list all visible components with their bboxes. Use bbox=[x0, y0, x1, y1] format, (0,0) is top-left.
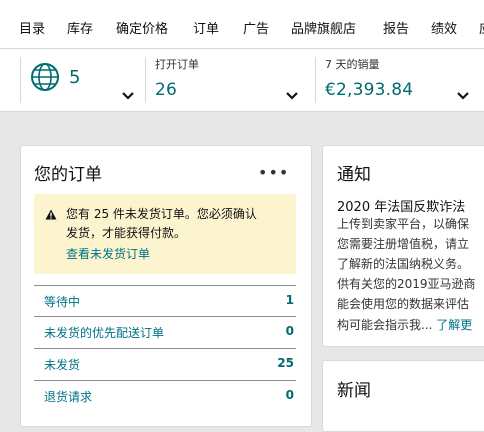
metric-divider bbox=[145, 57, 146, 103]
metric-divider bbox=[20, 57, 21, 103]
chevron-down-icon[interactable] bbox=[285, 91, 299, 101]
nav-item-inventory[interactable]: 库存 bbox=[67, 18, 93, 37]
open-orders-label: 打开订单 bbox=[155, 58, 199, 71]
order-row-count[interactable]: 25 bbox=[277, 356, 294, 370]
notice-line: 上传到卖家平台，以确保 bbox=[337, 217, 470, 231]
notice-line: 您需要注册增值税，请立 bbox=[337, 237, 470, 251]
alert-message: 您有 25 件未发货订单。您必须确认 发货，才能获得付款。 bbox=[66, 205, 294, 243]
view-unshipped-orders-link[interactable]: 查看未发货订单 bbox=[66, 245, 150, 262]
notice-headline[interactable]: 2020 年法国反欺诈法 bbox=[337, 196, 465, 215]
order-row-label[interactable]: 退货请求 bbox=[44, 388, 92, 405]
order-row-pending[interactable]: 等待中 1 bbox=[34, 285, 296, 317]
notice-last-line: 构可能会指示我... 了解更 bbox=[337, 316, 484, 335]
order-row-label[interactable]: 等待中 bbox=[44, 293, 80, 310]
order-row-label[interactable]: 未发货 bbox=[44, 356, 80, 373]
order-row-priority-unshipped[interactable]: 未发货的优先配送订单 0 bbox=[34, 316, 296, 348]
open-orders-value[interactable]: 26 bbox=[155, 80, 177, 100]
order-row-count[interactable]: 0 bbox=[286, 388, 294, 402]
alert-line-2: 发货，才能获得付款。 bbox=[66, 226, 187, 240]
warning-icon bbox=[45, 209, 57, 220]
nav-item-stores[interactable]: 品牌旗舰店 bbox=[291, 18, 356, 37]
order-row-count[interactable]: 0 bbox=[286, 324, 294, 338]
metric-divider bbox=[315, 57, 316, 103]
alert-line-1: 您有 25 件未发货订单。您必须确认 bbox=[66, 207, 257, 221]
order-row-unshipped[interactable]: 未发货 25 bbox=[34, 348, 296, 380]
sales-7d-value[interactable]: €2,393.84 bbox=[325, 80, 413, 100]
globe-icon[interactable] bbox=[30, 62, 60, 92]
chevron-down-icon[interactable] bbox=[121, 91, 135, 101]
notice-line: 供有关您的2019亚马逊商 bbox=[337, 277, 476, 291]
notice-line: 能会使用您的数据来评估 bbox=[337, 297, 470, 311]
notice-line: 了解新的法国纳税义务。 bbox=[337, 257, 470, 271]
learn-more-link[interactable]: 了解更 bbox=[436, 318, 472, 332]
news-card-title: 新闻 bbox=[337, 381, 371, 401]
more-options-icon[interactable]: ••• bbox=[258, 163, 289, 182]
nav-item-performance[interactable]: 绩效 bbox=[431, 18, 457, 37]
marketplaces-count[interactable]: 5 bbox=[69, 67, 80, 88]
order-row-label[interactable]: 未发货的优先配送订单 bbox=[44, 324, 164, 341]
order-row-count[interactable]: 1 bbox=[286, 293, 294, 307]
order-row-return-requests[interactable]: 退货请求 0 bbox=[34, 380, 296, 412]
top-navigation: 目录 库存 确定价格 订单 广告 品牌旗舰店 报告 绩效 应 bbox=[0, 0, 484, 49]
nav-item-pricing[interactable]: 确定价格 bbox=[116, 18, 168, 37]
metrics-bar: 5 打开订单 26 7 天的销量 €2,393.84 bbox=[0, 49, 484, 112]
nav-item-reports[interactable]: 报告 bbox=[383, 18, 409, 37]
notice-card-title: 通知 bbox=[337, 165, 371, 185]
sales-7d-label: 7 天的销量 bbox=[325, 58, 380, 71]
notice-last-line-text: 构可能会指示我... bbox=[337, 318, 433, 332]
nav-item-orders[interactable]: 订单 bbox=[193, 18, 219, 37]
chevron-down-icon[interactable] bbox=[456, 91, 470, 101]
nav-item-apps[interactable]: 应 bbox=[479, 18, 484, 37]
orders-card-title: 您的订单 bbox=[34, 165, 102, 185]
nav-item-catalog[interactable]: 目录 bbox=[19, 18, 45, 37]
nav-item-advertising[interactable]: 广告 bbox=[243, 18, 269, 37]
